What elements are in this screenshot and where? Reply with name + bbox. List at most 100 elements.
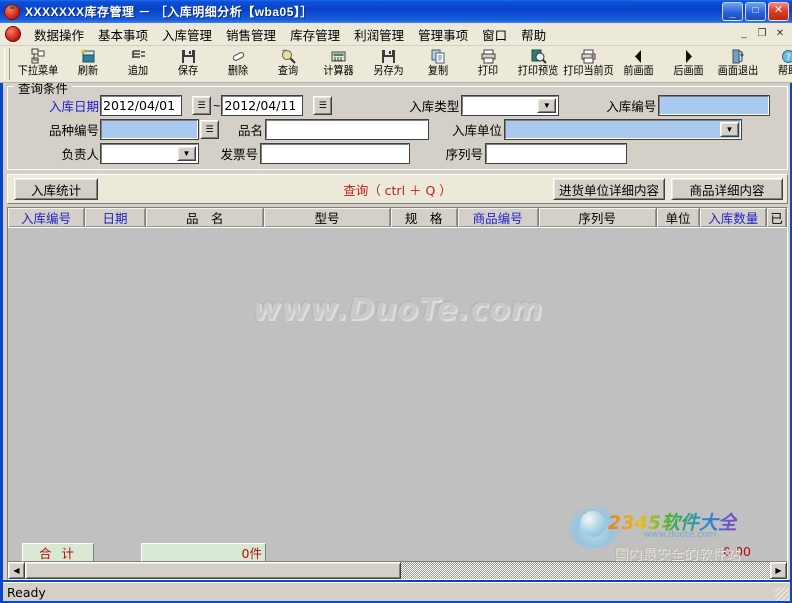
print-icon [480, 47, 497, 65]
serial-no-input[interactable] [485, 143, 627, 164]
toolbar-button-next-screen[interactable]: 后画面 [663, 46, 713, 82]
help-icon: ? [780, 47, 792, 65]
toolbar-button-print-current-page[interactable]: 打印当前页 [563, 46, 613, 82]
date-to-picker-button[interactable]: ☰ [313, 96, 333, 115]
action-bar: 入库统计 查询（ ctrl ＋ Q ） 进货单位详细内容 商品详细内容 [7, 174, 788, 204]
variety-no-picker-button[interactable]: ☰ [200, 120, 219, 139]
mdi-window-controls: _ ❐ ✕ [736, 26, 788, 41]
scroll-left-button[interactable]: ◀ [8, 562, 25, 579]
maximize-button[interactable]: □ [745, 2, 766, 21]
product-detail-button[interactable]: 商品详细内容 [671, 178, 783, 200]
title-bar: XXXXXXX库存管理 － ［入库明细分析【wba05】］ _ □ ✕ [0, 0, 792, 23]
scroll-thumb[interactable] [25, 562, 401, 579]
toolbar-button-refresh[interactable]: 刷新 [63, 46, 113, 82]
grid-header-instock-no[interactable]: 入库编号 [8, 208, 85, 227]
toolbar-button-dropdown-menu[interactable]: 下拉菜单 [13, 46, 63, 82]
menu-item-window[interactable]: 窗口 [475, 22, 514, 47]
invoice-no-input[interactable] [260, 143, 410, 164]
refresh-icon [80, 47, 97, 65]
product-name-input[interactable] [265, 119, 429, 140]
toolbar-button-prev-screen[interactable]: 前画面 [613, 46, 663, 82]
grid-header-serial-no[interactable]: 序列号 [538, 208, 657, 227]
instock-unit-value [506, 121, 720, 138]
mdi-minimize-button[interactable]: _ [736, 26, 752, 41]
delete-eraser-icon [230, 47, 247, 65]
copy-icon [430, 47, 447, 65]
menu-item-basic-items[interactable]: 基本事项 [91, 22, 155, 47]
document-icon[interactable] [5, 26, 21, 42]
calculator-icon [330, 47, 347, 65]
instock-type-combo[interactable]: ▼ [461, 95, 560, 116]
toolbar-button-save-as[interactable]: 另存为 [363, 46, 413, 82]
toolbar-button-exit-screen[interactable]: 画面退出 [713, 46, 763, 82]
toolbar-button-delete[interactable]: 删除 [213, 46, 263, 82]
center-watermark: www.DuoTe.com [252, 292, 543, 327]
toolbar-button-save[interactable]: 保存 [163, 46, 213, 82]
instock-date-label: 入库日期 [48, 99, 99, 114]
append-icon [130, 47, 147, 65]
toolbar-label: 刷新 [77, 64, 99, 77]
save-as-icon [380, 47, 397, 65]
horizontal-scrollbar[interactable]: ◀ ▶ [8, 561, 787, 579]
grid-header-instock-qty[interactable]: 入库数量 [700, 208, 768, 227]
grid-header-row: 入库编号 日期 品 名 型号 规 格 商品编号 序列号 单位 入库数量 已 [8, 208, 788, 228]
instock-type-label: 入库类型 [409, 99, 460, 114]
search-icon [280, 47, 297, 65]
manager-combo[interactable]: ▼ [100, 143, 199, 164]
grid-header-product-name[interactable]: 品 名 [146, 208, 265, 227]
grid-header-unit[interactable]: 单位 [656, 208, 701, 227]
instock-unit-label: 入库单位 [451, 123, 502, 138]
query-row-manager: 负责人 ▼ 发票号 序列号 [14, 143, 781, 164]
variety-no-label: 品种编号 [48, 123, 99, 138]
exit-door-icon [730, 47, 747, 65]
menu-item-sales-mgmt[interactable]: 销售管理 [219, 22, 283, 47]
variety-no-input[interactable] [100, 119, 199, 140]
instock-no-label: 入库编号 [606, 99, 657, 114]
toolbar: 下拉菜单 刷新 追加 保存 删除 查询 计算器 另存为 复制 打印 打印预览 打… [0, 46, 792, 83]
query-row-date: 入库日期 2012/04/01 ☰ ~ 2012/04/11 ☰ 入库类型 ▼ … [14, 95, 781, 116]
menu-item-profit-mgmt[interactable]: 利润管理 [347, 22, 411, 47]
toolbar-button-append[interactable]: 追加 [113, 46, 163, 82]
toolbar-label: 前画面 [622, 64, 654, 77]
toolbar-button-help[interactable]: ? 帮助 [763, 46, 792, 82]
status-bar: Ready [3, 582, 790, 601]
toolbar-button-calculator[interactable]: 计算器 [313, 46, 363, 82]
grid-header-spec[interactable]: 规 格 [390, 208, 458, 227]
supplier-detail-button[interactable]: 进货单位详细内容 [553, 178, 665, 200]
grid-header-product-no[interactable]: 商品编号 [457, 208, 539, 227]
toolbar-label: 保存 [177, 64, 199, 77]
instock-date-to-input[interactable]: 2012/04/11 [221, 95, 304, 116]
toolbar-button-print[interactable]: 打印 [463, 46, 513, 82]
toolbar-grip[interactable] [4, 48, 10, 80]
mdi-restore-button[interactable]: ❐ [754, 26, 770, 41]
grid-body[interactable]: www.DuoTe.com [8, 228, 787, 542]
instock-date-from-input[interactable]: 2012/04/01 [100, 95, 182, 116]
toolbar-label: 另存为 [372, 64, 404, 77]
menu-item-instock-mgmt[interactable]: 入库管理 [155, 22, 219, 47]
window-title: XXXXXXX库存管理 － ［入库明细分析【wba05】］ [25, 5, 313, 19]
grid-header-model[interactable]: 型号 [264, 208, 391, 227]
instock-no-input[interactable] [658, 95, 771, 116]
query-row-variety: 品种编号 ☰ 品名 入库单位 ▼ [14, 119, 781, 140]
scroll-right-button[interactable]: ▶ [770, 562, 787, 579]
toolbar-button-print-preview[interactable]: 打印预览 [513, 46, 563, 82]
instock-unit-combo[interactable]: ▼ [504, 119, 742, 140]
mdi-close-button[interactable]: ✕ [772, 26, 788, 41]
minimize-button[interactable]: _ [722, 2, 743, 21]
date-from-picker-button[interactable]: ☰ [192, 96, 211, 115]
toolbar-button-copy[interactable]: 复制 [413, 46, 463, 82]
menu-item-data-operations[interactable]: 数据操作 [27, 22, 91, 47]
instock-statistics-button[interactable]: 入库统计 [14, 178, 98, 200]
save-floppy-icon [180, 47, 197, 65]
close-button[interactable]: ✕ [768, 2, 789, 21]
toolbar-label: 打印预览 [517, 64, 559, 77]
menu-item-help[interactable]: 帮助 [514, 22, 553, 47]
grid-header-已[interactable]: 已 [767, 208, 788, 227]
toolbar-button-query[interactable]: 查询 [263, 46, 313, 82]
grid-header-date[interactable]: 日期 [84, 208, 147, 227]
toolbar-label: 删除 [227, 64, 249, 77]
scroll-track[interactable] [25, 562, 770, 579]
resize-grip[interactable] [775, 587, 789, 601]
menu-item-admin-items[interactable]: 管理事项 [411, 22, 475, 47]
menu-item-inventory-mgmt[interactable]: 库存管理 [283, 22, 347, 47]
